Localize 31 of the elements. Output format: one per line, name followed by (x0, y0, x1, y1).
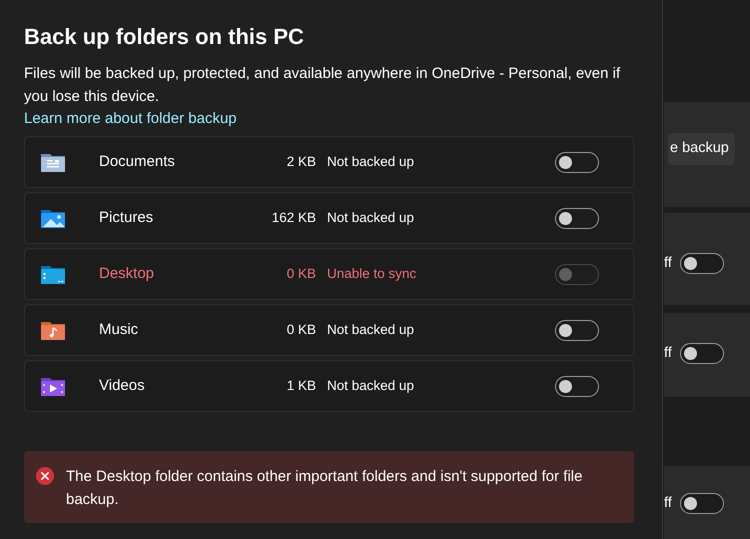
backup-status: Not backed up (327, 208, 416, 227)
toggle-switch[interactable] (680, 343, 724, 364)
folder-size: 1 KB (286, 376, 316, 395)
backup-status: Not backed up (327, 320, 416, 339)
dialog-title: Back up folders on this PC (24, 23, 305, 51)
learn-more-link[interactable]: Learn more about folder backup (24, 108, 237, 130)
toggle-label: ff (664, 494, 672, 513)
toggle-switch[interactable] (555, 152, 599, 172)
toggle-switch[interactable] (680, 493, 724, 514)
folder-name: Desktop (99, 264, 156, 284)
toggle-switch[interactable] (555, 376, 599, 396)
folder-size: 0 KB (286, 264, 316, 283)
toggle-label: ff (664, 254, 672, 273)
toggle-switch[interactable] (680, 253, 724, 274)
folder-name: Videos (99, 376, 146, 396)
backup-status: Unable to sync (327, 264, 418, 283)
toggle-label: ff (664, 344, 672, 363)
folder-name: Documents (99, 152, 176, 172)
description-text: Files will be backed up, protected, and available anywhere in OneDrive - Personal, even if you lose this device. (24, 64, 622, 107)
backup-button[interactable]: e backup (668, 132, 735, 164)
folder-size: 162 KB (270, 208, 316, 227)
toggle-switch[interactable] (555, 320, 599, 340)
backup-status: Not backed up (327, 376, 416, 395)
error-message: The Desktop folder contains other important folders and isn't supported for file backup. (66, 467, 584, 510)
error-icon (36, 467, 54, 485)
folder-name: Music (99, 320, 140, 340)
toggle-switch[interactable] (555, 208, 599, 228)
folder-size: 2 KB (286, 152, 316, 171)
backup-status: Not backed up (327, 152, 416, 171)
folder-name: Pictures (99, 208, 154, 228)
folder-size: 0 KB (286, 320, 316, 339)
